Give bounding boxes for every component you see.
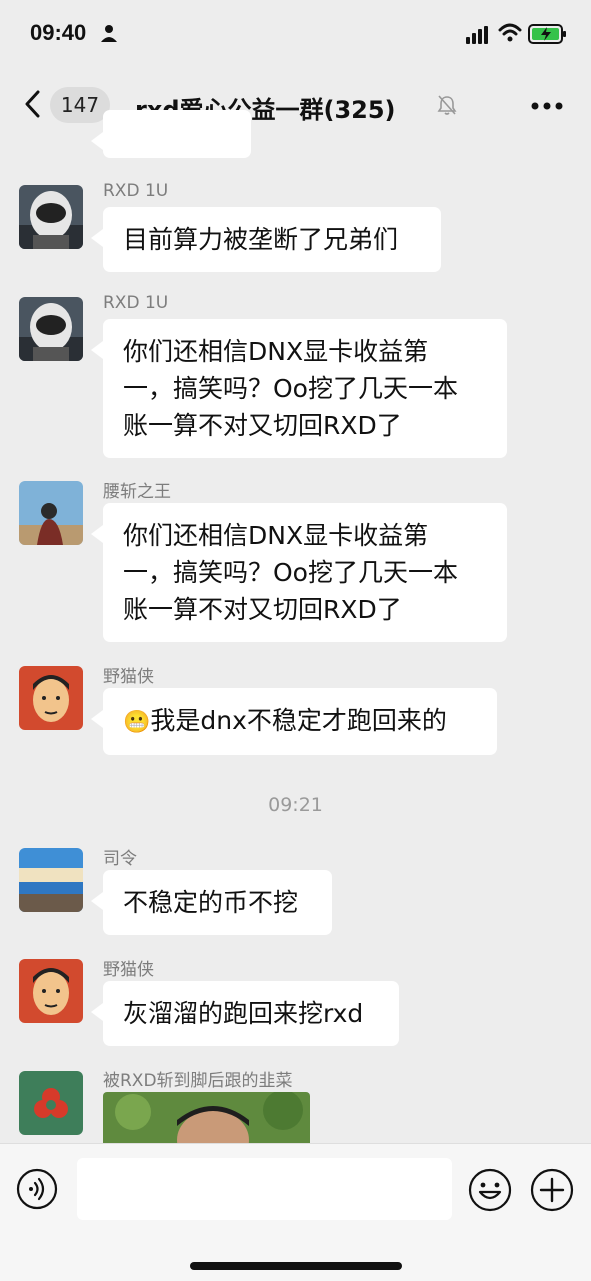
message-bubble-partial[interactable] bbox=[91, 110, 251, 158]
message-bubble[interactable]: 灰溜溜的跑回来挖rxd bbox=[91, 981, 399, 1046]
battery-charging-icon bbox=[528, 24, 566, 44]
message-text-line: 一，搞笑吗？Oo挖了几天一本 bbox=[123, 374, 458, 403]
sender-name: RXD 1U bbox=[103, 293, 169, 313]
photo-thumbnail bbox=[103, 1092, 310, 1144]
input-bar bbox=[0, 1143, 591, 1281]
helmet-avatar-image bbox=[19, 185, 83, 249]
message-timestamp: 09:21 bbox=[268, 794, 323, 816]
message-bubble[interactable]: 目前算力被垄断了兄弟们 bbox=[91, 207, 441, 272]
message-bubble[interactable]: 😬我是dnx不稳定才跑回来的 bbox=[91, 688, 497, 755]
message-input[interactable] bbox=[77, 1158, 452, 1220]
avatar-helmet[interactable] bbox=[19, 297, 83, 361]
message-bubble[interactable]: 你们还相信DNX显卡收益第 一，搞笑吗？Oo挖了几天一本 账一算不对又切回RXD… bbox=[91, 319, 507, 458]
more-options-icon[interactable] bbox=[530, 101, 564, 111]
message-image[interactable] bbox=[103, 1092, 310, 1144]
sender-name: 野猫侠 bbox=[103, 667, 154, 687]
avatar-cartoon[interactable] bbox=[19, 959, 83, 1023]
emoji-icon[interactable] bbox=[468, 1168, 512, 1212]
person-icon bbox=[101, 25, 117, 42]
chat-header: 147 rxd爱心公益一群(325) bbox=[0, 70, 591, 138]
logo-avatar-image bbox=[19, 1071, 83, 1135]
message-text-line: 你们还相信DNX显卡收益第 bbox=[123, 337, 429, 366]
wifi-icon bbox=[498, 23, 522, 42]
status-time: 09:40 bbox=[30, 20, 87, 45]
status-bar: 09:40 bbox=[0, 0, 591, 70]
plus-icon[interactable] bbox=[530, 1168, 574, 1212]
cartoon-avatar-image bbox=[19, 959, 83, 1023]
unread-count-badge[interactable]: 147 bbox=[50, 87, 110, 123]
helmet-avatar-image bbox=[19, 297, 83, 361]
message-text-line: 😬我是dnx不稳定才跑回来的 bbox=[123, 702, 477, 741]
message-text-line: 账一算不对又切回RXD了 bbox=[123, 411, 402, 440]
message-text-line: 账一算不对又切回RXD了 bbox=[123, 595, 402, 624]
voice-input-icon[interactable] bbox=[16, 1168, 58, 1210]
message-text-line: 你们还相信DNX显卡收益第 bbox=[123, 521, 429, 550]
message-bubble[interactable]: 不稳定的币不挖 bbox=[91, 870, 332, 935]
sender-name: 司令 bbox=[103, 849, 137, 869]
message-text: 不稳定的币不挖 bbox=[123, 888, 299, 917]
sender-name: RXD 1U bbox=[103, 181, 169, 201]
sender-name: 野猫侠 bbox=[103, 960, 154, 980]
cellular-signal-icon bbox=[466, 26, 488, 44]
message-text-line: 一，搞笑吗？Oo挖了几天一本 bbox=[123, 558, 458, 587]
cartoon-avatar-image bbox=[19, 666, 83, 730]
message-text: 我是dnx不稳定才跑回来的 bbox=[150, 706, 447, 735]
message-text: 灰溜溜的跑回来挖rxd bbox=[123, 999, 364, 1028]
avatar-helmet[interactable] bbox=[19, 185, 83, 249]
sender-name: 腰斩之王 bbox=[103, 482, 171, 502]
back-chevron-icon[interactable] bbox=[22, 90, 44, 118]
muted-bell-icon bbox=[437, 95, 457, 115]
message-bubble[interactable]: 你们还相信DNX显卡收益第 一，搞笑吗？Oo挖了几天一本 账一算不对又切回RXD… bbox=[91, 503, 507, 642]
grimace-emoji-icon: 😬 bbox=[123, 710, 151, 735]
avatar-landscape[interactable] bbox=[19, 848, 83, 912]
sender-name: 被RXD斩到脚后跟的韭菜 bbox=[103, 1071, 293, 1091]
home-indicator bbox=[190, 1262, 402, 1270]
avatar-cartoon[interactable] bbox=[19, 666, 83, 730]
avatar-logo[interactable] bbox=[19, 1071, 83, 1135]
traveler-avatar-image bbox=[19, 481, 83, 545]
avatar-traveler[interactable] bbox=[19, 481, 83, 545]
landscape-avatar-image bbox=[19, 848, 83, 912]
message-text: 目前算力被垄断了兄弟们 bbox=[123, 225, 399, 254]
